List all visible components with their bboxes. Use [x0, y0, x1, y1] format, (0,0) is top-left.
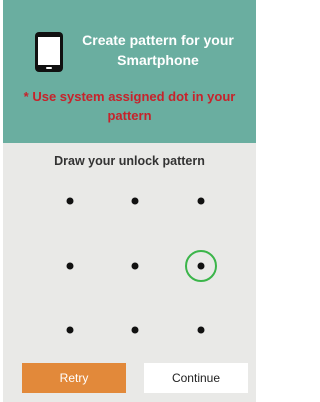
pattern-dot-r2-c1[interactable] [66, 262, 74, 270]
continue-button[interactable]: Continue [144, 363, 248, 393]
pattern-grid[interactable] [3, 0, 256, 402]
pattern-dot-r1-c1[interactable] [66, 197, 74, 205]
retry-button[interactable]: Retry [22, 363, 126, 393]
pattern-dot-r1-c3[interactable] [197, 197, 205, 205]
pattern-dot-r3-c1[interactable] [66, 326, 74, 334]
pattern-dot-r2-c2[interactable] [131, 262, 139, 270]
selected-dot-ring [185, 250, 217, 282]
pattern-screen: Create pattern for your Smartphone * Use… [3, 0, 256, 402]
pattern-dot-r3-c3[interactable] [197, 326, 205, 334]
pattern-dot-r3-c2[interactable] [131, 326, 139, 334]
pattern-dot-r1-c2[interactable] [131, 197, 139, 205]
